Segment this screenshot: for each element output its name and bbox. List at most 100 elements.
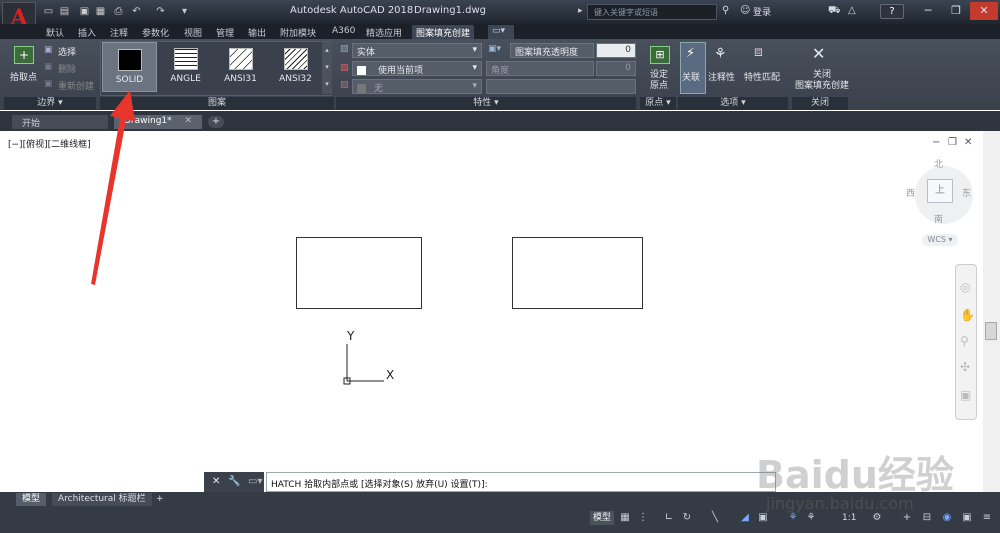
pan-icon[interactable]: ✋ xyxy=(960,308,975,322)
annotation-scale[interactable]: 1:1 xyxy=(842,511,856,525)
tab-addins[interactable]: 附加模块 xyxy=(276,25,320,39)
set-origin-icon[interactable]: ⊞ xyxy=(650,46,670,64)
annotative-button[interactable]: 注释性 xyxy=(708,70,735,83)
pick-point-icon[interactable]: + xyxy=(14,46,34,64)
viewport-restore-icon[interactable]: ❐ xyxy=(948,137,957,148)
compass-south[interactable]: 南 xyxy=(934,212,943,225)
ribbon-minimize-icon[interactable]: ▭▾ xyxy=(488,25,514,39)
hardware-acceleration-icon[interactable]: ▣ xyxy=(960,511,974,525)
viewport-minimize-icon[interactable]: − xyxy=(932,137,940,148)
viewcube-top-face[interactable]: 上 xyxy=(927,179,953,203)
close-hatch-icon[interactable]: ✕ xyxy=(812,44,825,63)
tab-a360[interactable]: A360 xyxy=(328,25,359,39)
tab-insert[interactable]: 插入 xyxy=(74,25,100,39)
snap-icon[interactable]: ⋮ xyxy=(636,511,650,525)
set-origin-button[interactable]: 设定 原点 xyxy=(650,70,674,92)
hatch-type-select[interactable]: 实体 ▾ xyxy=(352,43,482,58)
pattern-ansi31[interactable]: ANSI31 xyxy=(213,42,268,92)
angle-value[interactable]: 0 xyxy=(596,61,636,76)
binoculars-icon[interactable]: ⚲ xyxy=(722,5,729,16)
restore-icon[interactable]: ❐ xyxy=(942,2,970,20)
doc-tab-close-icon[interactable]: ✕ xyxy=(184,116,192,126)
viewport-close-icon[interactable]: ✕ xyxy=(964,137,972,148)
scroll-thumb[interactable] xyxy=(985,322,997,340)
command-customize-icon[interactable]: 🔧 xyxy=(228,476,240,487)
close-hatch-button[interactable]: 关闭 图案填充创建 xyxy=(794,70,850,92)
ortho-icon[interactable]: ∟ xyxy=(662,511,676,525)
command-input[interactable]: HATCH 拾取内部点或 [选择对象(S) 放弃(U) 设置(T)]: xyxy=(266,472,776,492)
print-icon[interactable]: ⎙ xyxy=(112,5,125,18)
orbit-icon[interactable]: ✣ xyxy=(960,360,970,374)
compass-east[interactable]: 东 xyxy=(962,186,971,199)
options-panel-label[interactable]: 选项 ▾ xyxy=(678,97,788,110)
save-as-icon[interactable]: ▦ xyxy=(94,5,107,18)
hatch-color-select[interactable]: 使用当前项 ▾ xyxy=(352,61,482,76)
select-button[interactable]: 选择 xyxy=(58,45,76,58)
origin-panel-label[interactable]: 原点 ▾ xyxy=(640,97,676,110)
search-input[interactable]: 键入关键字或短语 xyxy=(587,4,717,20)
grid-icon[interactable]: ▦ xyxy=(618,511,632,525)
tab-manage[interactable]: 管理 xyxy=(212,25,238,39)
background-color-select[interactable]: 无 ▾ xyxy=(352,79,482,94)
compass-north[interactable]: 北 xyxy=(934,157,943,170)
layout-tab-model[interactable]: 模型 xyxy=(16,493,47,506)
model-space-button[interactable]: 模型 xyxy=(590,511,615,525)
scale-combo[interactable] xyxy=(486,79,636,94)
match-properties-icon[interactable]: ⧈ xyxy=(754,44,763,60)
wcs-menu[interactable]: WCS ▾ xyxy=(922,234,958,246)
customize-quick-access-icon[interactable]: ▾ xyxy=(178,5,191,18)
a360-icon[interactable]: △ xyxy=(848,5,856,16)
annotation-monitor-icon[interactable]: + xyxy=(900,511,914,525)
tab-output[interactable]: 输出 xyxy=(244,25,270,39)
lineweight-icon[interactable]: ◢ xyxy=(738,511,752,525)
tab-view[interactable]: 视图 xyxy=(180,25,206,39)
save-icon[interactable]: ▣ xyxy=(78,5,91,18)
pattern-angle[interactable]: ANGLE xyxy=(158,42,213,92)
search-expand-icon[interactable]: ▸ xyxy=(578,6,583,16)
tab-default[interactable]: 默认 xyxy=(42,25,68,39)
new-tab-icon[interactable]: + xyxy=(208,116,224,128)
new-icon[interactable]: ▭ xyxy=(42,5,55,18)
match-properties-button[interactable]: 特性匹配 xyxy=(744,70,780,83)
vertical-scrollbar[interactable] xyxy=(983,131,1000,494)
workspace-gear-icon[interactable]: ⚙ xyxy=(870,511,884,525)
help-button[interactable]: ? xyxy=(880,4,904,19)
command-recent-icon[interactable]: ▭▾ xyxy=(248,476,262,487)
login-button[interactable]: 登录 xyxy=(753,5,771,18)
zoom-icon[interactable]: ⚲ xyxy=(960,334,969,348)
store-icon[interactable]: ⛟ xyxy=(828,5,841,18)
transparency-value[interactable]: 0 xyxy=(596,43,636,58)
isolate-objects-icon[interactable]: ◉ xyxy=(940,511,954,525)
close-icon[interactable]: ✕ xyxy=(970,2,998,20)
steering-wheel-icon[interactable]: ◎ xyxy=(960,280,970,294)
open-icon[interactable]: ▤ xyxy=(58,5,71,18)
auto-scale-icon[interactable]: ⚘ xyxy=(804,511,818,525)
annotative-icon[interactable]: ⚘ xyxy=(714,46,727,62)
annotation-visibility-icon[interactable]: ⚘ xyxy=(786,511,800,525)
rectangle-right[interactable] xyxy=(512,237,643,309)
tab-parametric[interactable]: 参数化 xyxy=(138,25,173,39)
redo-icon[interactable]: ↷ xyxy=(154,5,167,18)
add-layout-icon[interactable]: + xyxy=(150,493,170,506)
tab-hatch-creation[interactable]: 图案填充创建 xyxy=(412,25,475,39)
properties-panel-label[interactable]: 特性 ▾ xyxy=(336,97,636,110)
customization-icon[interactable]: ≡ xyxy=(980,511,994,525)
pick-point-button[interactable]: 拾取点 xyxy=(10,70,37,83)
undo-icon[interactable]: ↶ xyxy=(130,5,143,18)
gallery-scroll[interactable]: ▴ ▾ ▾ xyxy=(322,42,332,94)
showmotion-icon[interactable]: ▣ xyxy=(960,388,971,402)
transparency-toggle-icon[interactable]: ▣ xyxy=(756,511,770,525)
command-close-icon[interactable]: ✕ xyxy=(212,476,220,487)
osnap-icon[interactable]: ╲ xyxy=(708,511,722,525)
compass-west[interactable]: 西 xyxy=(906,186,915,199)
layout-tab-architectural[interactable]: Architectural 标题栏 xyxy=(52,493,152,506)
pattern-solid[interactable]: SOLID xyxy=(102,42,157,92)
minimize-icon[interactable]: ─ xyxy=(914,2,942,20)
tab-annotate[interactable]: 注释 xyxy=(106,25,132,39)
viewport-controls[interactable]: [−][俯视][二维线框] xyxy=(8,137,91,150)
units-icon[interactable]: ⊟ xyxy=(920,511,934,525)
polar-icon[interactable]: ↻ xyxy=(680,511,694,525)
select-icon[interactable]: ▣ xyxy=(44,45,53,55)
tab-featured-apps[interactable]: 精选应用 xyxy=(362,25,406,39)
rectangle-left[interactable] xyxy=(296,237,422,309)
